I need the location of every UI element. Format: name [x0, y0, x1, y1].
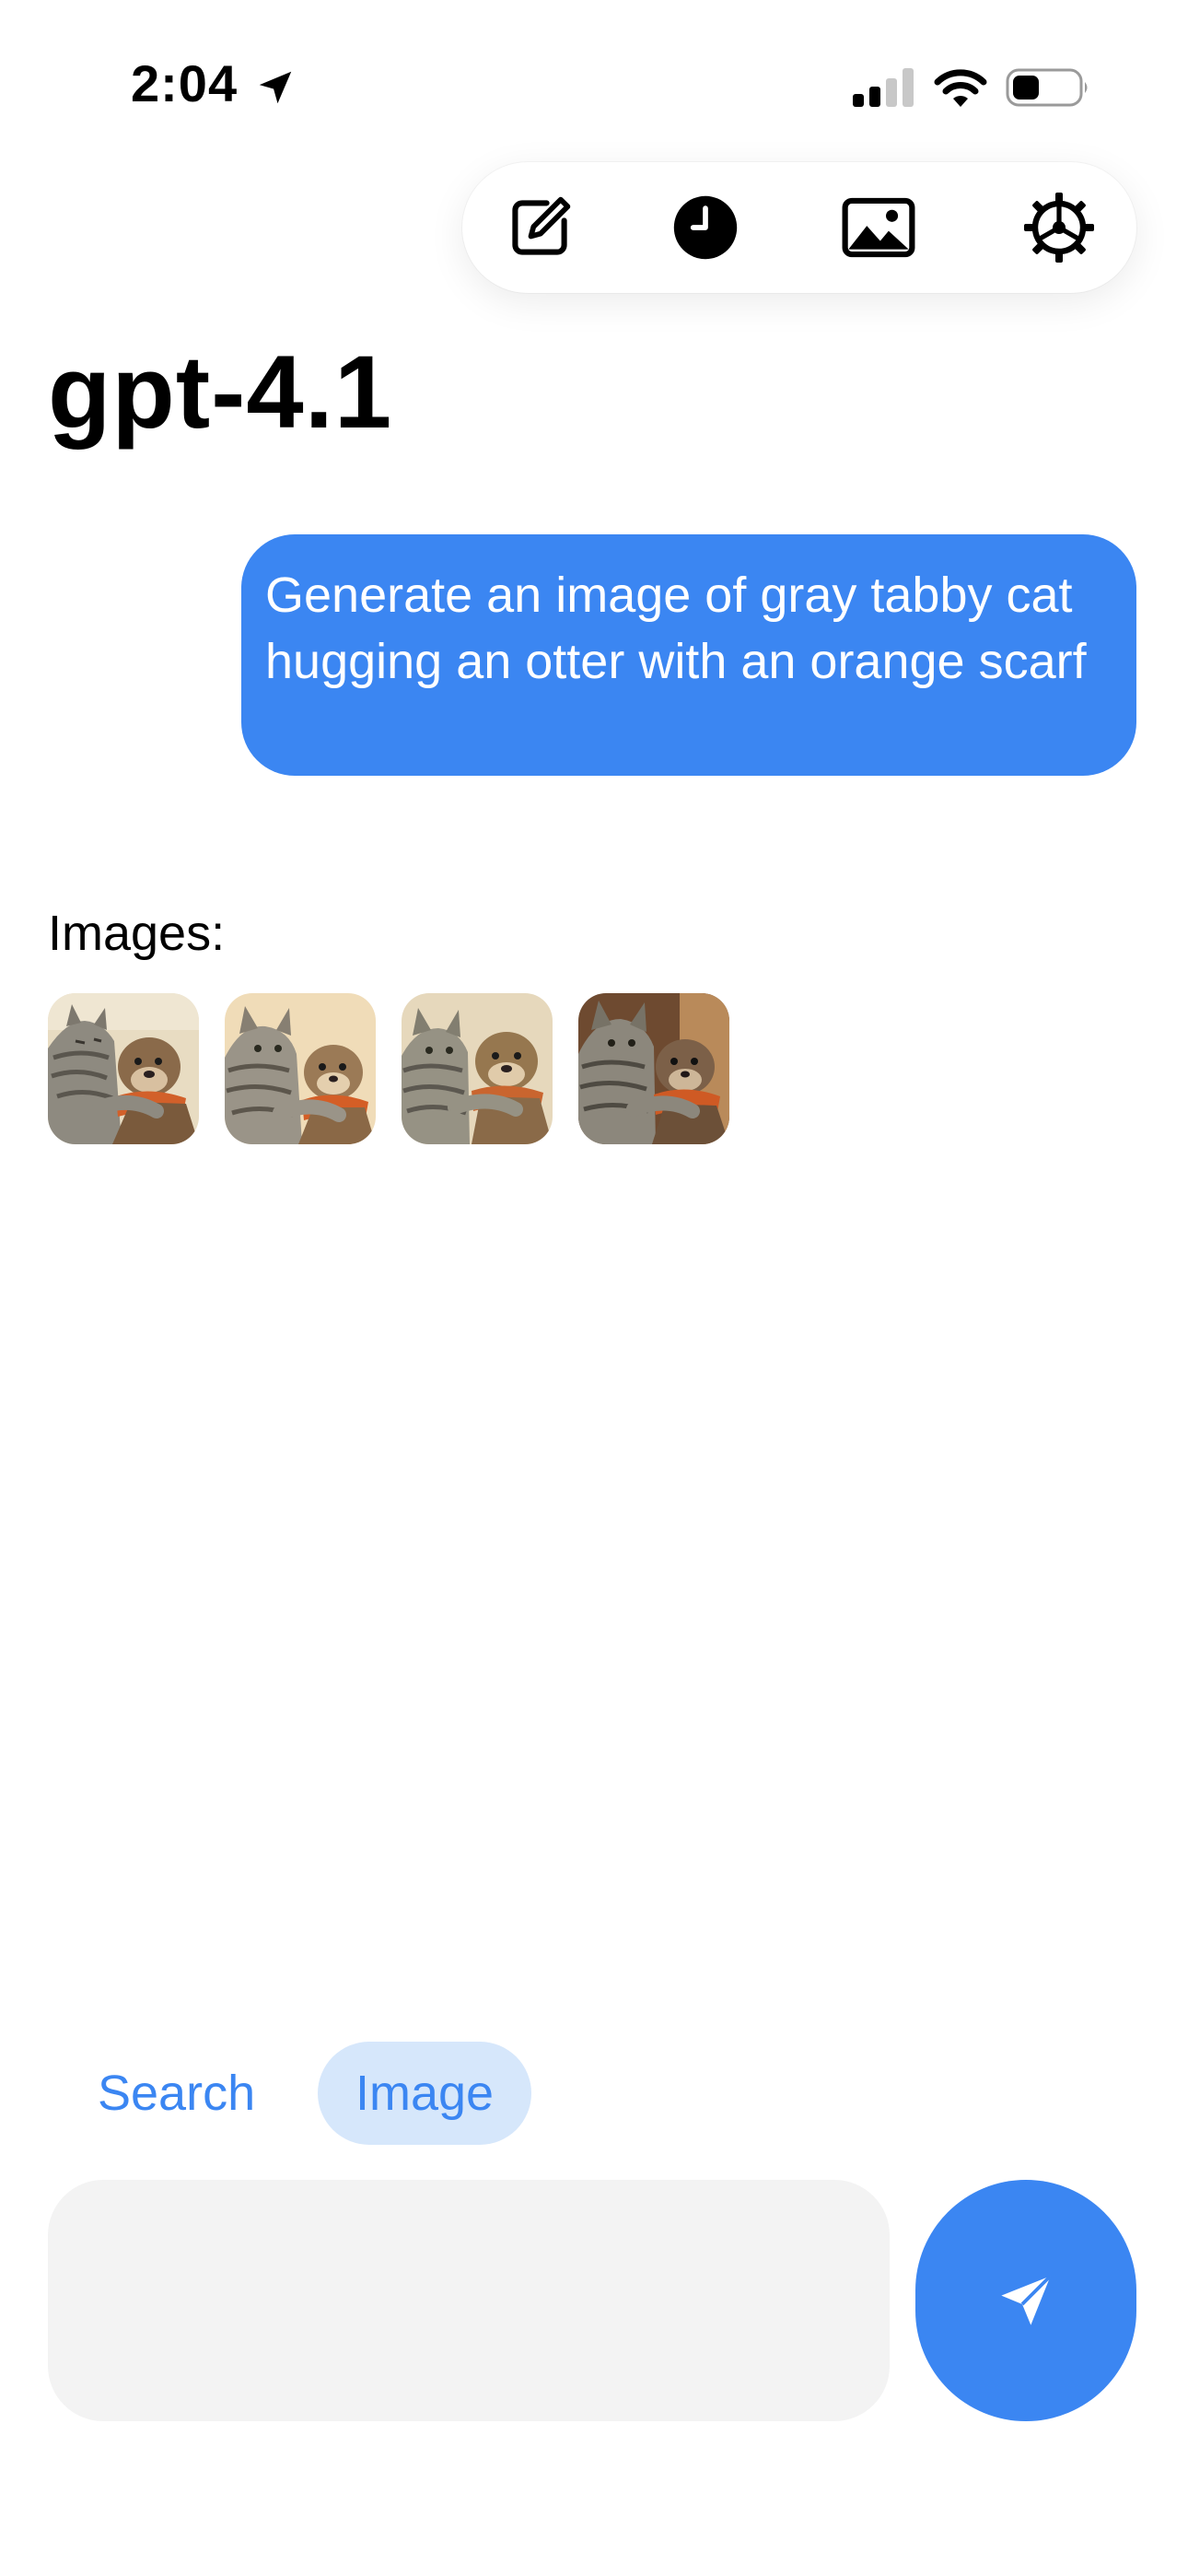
- message-input[interactable]: [48, 2180, 890, 2421]
- gear-icon: [1024, 193, 1094, 263]
- image-thumbnail[interactable]: [225, 993, 376, 1144]
- cellular-signal-icon: [853, 68, 914, 107]
- images-label: Images:: [48, 906, 226, 961]
- search-mode-chip[interactable]: Search: [70, 2042, 283, 2145]
- user-message-bubble: Generate an image of gray tabby cat hugg…: [241, 534, 1136, 776]
- wifi-icon: [934, 69, 987, 107]
- compose-icon: [512, 196, 571, 255]
- photo-icon: [842, 197, 915, 258]
- clock-icon: [673, 195, 738, 260]
- images-button[interactable]: [842, 191, 915, 264]
- top-toolbar: [462, 162, 1136, 293]
- send-button[interactable]: [915, 2180, 1136, 2421]
- new-chat-button[interactable]: [503, 191, 577, 264]
- image-thumbnail[interactable]: [578, 993, 729, 1144]
- page-title: gpt-4.1: [48, 334, 393, 450]
- status-time: 2:04: [131, 54, 239, 112]
- user-message-text: Generate an image of gray tabby cat hugg…: [265, 568, 1087, 689]
- battery-icon: [1006, 68, 1088, 107]
- status-bar: 2:04: [0, 0, 1188, 175]
- location-arrow-icon: [259, 71, 292, 104]
- history-button[interactable]: [669, 191, 742, 264]
- image-thumbnail[interactable]: [402, 993, 553, 1144]
- send-icon: [1001, 2275, 1052, 2325]
- settings-button[interactable]: [1022, 191, 1096, 264]
- image-mode-chip[interactable]: Image: [318, 2042, 531, 2145]
- image-thumbnail[interactable]: [48, 993, 199, 1144]
- image-thumbnails: [48, 993, 729, 1144]
